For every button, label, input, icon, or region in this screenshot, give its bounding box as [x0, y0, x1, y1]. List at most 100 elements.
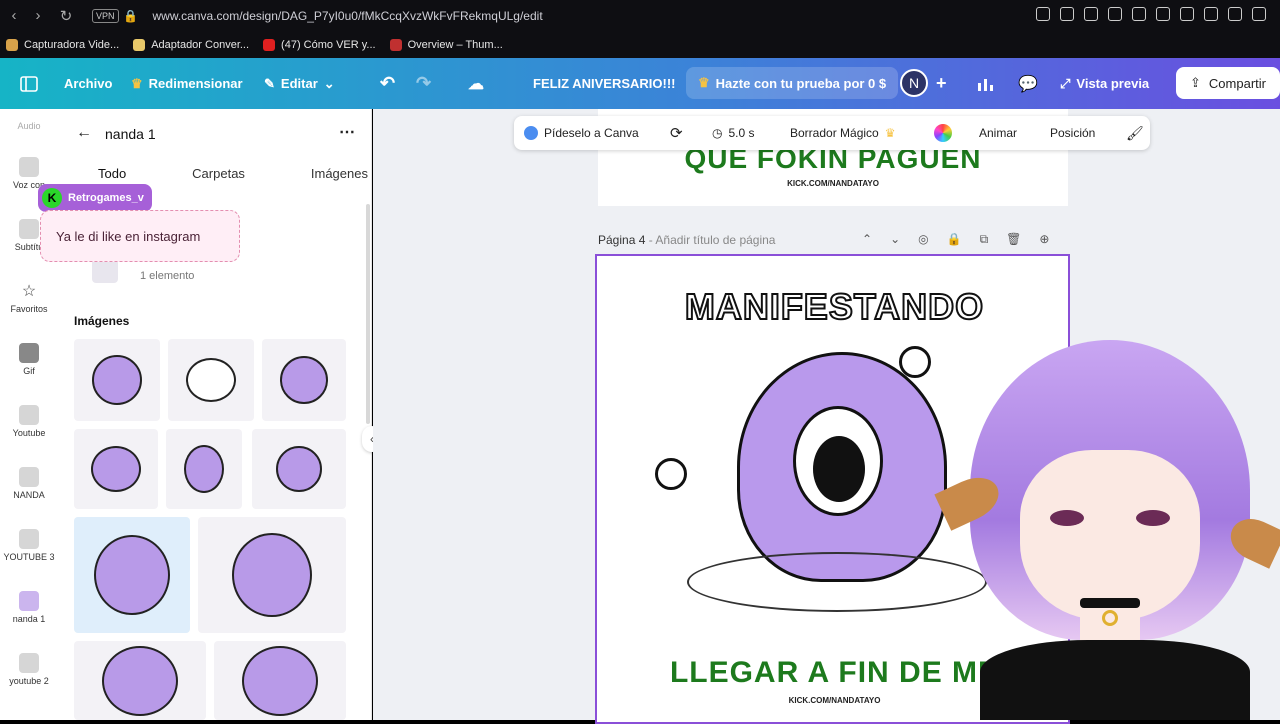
avatar-eye — [1050, 510, 1084, 526]
tab-carpetas[interactable]: Carpetas — [192, 166, 245, 189]
replace-icon[interactable]: ⟳ — [670, 124, 683, 142]
heart-icon[interactable] — [1156, 7, 1170, 21]
profile-icon[interactable] — [1228, 7, 1242, 21]
folder-thumbnail — [19, 591, 39, 611]
archivo-menu[interactable]: Archivo — [64, 76, 112, 91]
rail-item-gif[interactable]: Gif — [0, 343, 58, 376]
add-page-icon[interactable]: ⊕ — [1039, 232, 1049, 247]
paint-roller-icon[interactable]: 🖌 — [1126, 125, 1144, 142]
page-actions: ⌃ ⌄ ◎ 🔒 ⧉ 🗑 ⊕ — [862, 232, 1049, 247]
image-thumbnail[interactable] — [74, 339, 160, 421]
lock-icon[interactable]: 🔒 — [119, 9, 143, 23]
trash-icon[interactable]: 🗑 — [1006, 232, 1021, 247]
image-thumbnail[interactable] — [74, 429, 158, 509]
cow-image — [186, 358, 236, 402]
animate-button[interactable]: Animar — [979, 126, 1017, 140]
block-icon[interactable] — [1084, 7, 1098, 21]
color-icon[interactable] — [934, 124, 952, 142]
chat-user-badge: K Retrogames_v — [38, 184, 152, 212]
duration-button[interactable]: ◷ 5.0 s — [712, 126, 755, 140]
floating-toolbar: Pídeselo a Canva ⟳ ◷ 5.0 s Borrador Mágic… — [514, 116, 1150, 150]
position-button[interactable]: Posición — [1050, 126, 1095, 140]
bookmark-item[interactable]: (47) Cómo VER y... — [263, 38, 376, 51]
wand-orb-icon — [655, 458, 687, 490]
folder-thumbnail[interactable] — [92, 259, 118, 283]
editar-menu[interactable]: ✎ Editar ⌄ — [264, 76, 335, 92]
bookmark-item[interactable]: Overview – Thum... — [389, 38, 503, 51]
crown-icon: ♛ — [698, 75, 710, 90]
page-title-input[interactable]: - Añadir título de página — [649, 233, 776, 247]
avatar-eye — [1136, 510, 1170, 526]
rail-item-nanda1[interactable]: nanda 1 — [0, 591, 58, 624]
folder-thumbnail — [19, 529, 39, 549]
redo-icon[interactable]: ↷ — [416, 73, 431, 94]
star-icon: ☆ — [21, 283, 37, 300]
bookmark-item[interactable]: Adaptador Conver... — [133, 38, 249, 51]
browser-toolbar: ‹ › ↻ VPN 🔒 www.canva.com/design/DAG_P7y… — [0, 0, 1280, 31]
chibi-image — [276, 446, 322, 492]
pin-icon[interactable] — [1036, 7, 1050, 21]
rail-item-nanda[interactable]: NANDA — [0, 467, 58, 500]
redimensionar-button[interactable]: ♛ Redimensionar — [131, 76, 243, 92]
sidebar-icon[interactable] — [1180, 7, 1194, 21]
download-icon[interactable] — [1204, 7, 1218, 21]
menu-icon[interactable] — [1252, 7, 1266, 21]
hide-icon[interactable]: ◎ — [918, 232, 928, 247]
insights-icon[interactable] — [976, 76, 994, 92]
image-thumbnail[interactable] — [198, 517, 346, 633]
image-thumbnail[interactable] — [168, 339, 254, 421]
gif-thumbnail — [19, 343, 39, 363]
chat-message: Ya le di like en instagram — [40, 210, 240, 262]
rail-item-youtube[interactable]: Youtube — [0, 405, 58, 438]
trial-button[interactable]: ♛ Hazte con tu prueba por 0 $ — [686, 67, 899, 99]
rail-item-audio[interactable]: Audio — [0, 121, 58, 131]
more-options-icon[interactable]: ⋯ — [339, 122, 355, 142]
image-thumbnail[interactable] — [252, 429, 346, 509]
kick-icon: K — [42, 188, 62, 208]
upload-icon: ⇪ — [1190, 75, 1201, 90]
back-arrow-icon[interactable]: ← — [76, 124, 92, 142]
forward-icon[interactable]: › — [26, 7, 50, 24]
avatar-outfit — [980, 640, 1250, 720]
reload-icon[interactable]: ↻ — [54, 7, 78, 25]
lock-icon[interactable]: 🔒 — [947, 232, 962, 247]
scrollbar[interactable] — [366, 204, 370, 424]
chibi-image — [102, 645, 178, 716]
tab-imagenes[interactable]: Imágenes — [311, 166, 368, 189]
choker-ring-icon — [1102, 610, 1118, 626]
cloud-save-icon[interactable]: ☁ — [468, 74, 484, 94]
screenshot-icon[interactable] — [1060, 7, 1074, 21]
duplicate-icon[interactable]: ⧉ — [980, 232, 989, 247]
folder-count: 1 elemento — [140, 270, 195, 282]
design-title[interactable]: FELIZ ANIVERSARIO!!! — [533, 76, 676, 91]
ask-canva-button[interactable]: Pídeselo a Canva — [524, 126, 639, 140]
preview-button[interactable]: ⤢ Vista previa — [1060, 76, 1149, 92]
avatar[interactable]: N — [900, 69, 928, 97]
translate-icon[interactable] — [1108, 7, 1122, 21]
bookmark-item[interactable]: Capturadora Vide... — [6, 38, 119, 51]
rail-item-favoritos[interactable]: ☆ Favoritos — [0, 281, 58, 314]
chibi-image — [92, 355, 142, 405]
canva-toolbar: Archivo ♛ Redimensionar ✎ Editar ⌄ ↶ ↷ ☁ FE… — [0, 58, 1280, 109]
back-icon[interactable]: ‹ — [2, 7, 26, 24]
sidebar-toggle-icon[interactable] — [20, 75, 38, 92]
undo-icon[interactable]: ↶ — [380, 73, 395, 94]
image-thumbnail[interactable] — [166, 429, 242, 509]
image-thumbnail[interactable] — [214, 641, 346, 720]
microphone-icon — [19, 157, 39, 177]
magic-eraser-button[interactable]: Borrador Mágico ♛ — [790, 126, 895, 140]
rail-item-youtube3[interactable]: YOUTUBE 3 — [0, 529, 58, 562]
comment-icon[interactable]: 💬 — [1018, 74, 1038, 94]
folder-thumbnail — [19, 653, 39, 673]
address-bar[interactable]: www.canva.com/design/DAG_P7yI0u0/fMkCcqX… — [153, 9, 543, 23]
chevron-down-icon[interactable]: ⌄ — [890, 232, 900, 247]
play-icon[interactable] — [1132, 7, 1146, 21]
chevron-up-icon[interactable]: ⌃ — [862, 232, 872, 247]
rail-item-youtube2[interactable]: youtube 2 — [0, 653, 58, 686]
image-thumbnail[interactable] — [74, 641, 206, 720]
share-button[interactable]: ⇪ Compartir — [1176, 67, 1280, 99]
vpn-badge[interactable]: VPN — [92, 8, 119, 23]
image-thumbnail[interactable] — [262, 339, 346, 421]
image-thumbnail[interactable] — [74, 517, 190, 633]
add-collaborator-icon[interactable]: + — [936, 73, 947, 94]
